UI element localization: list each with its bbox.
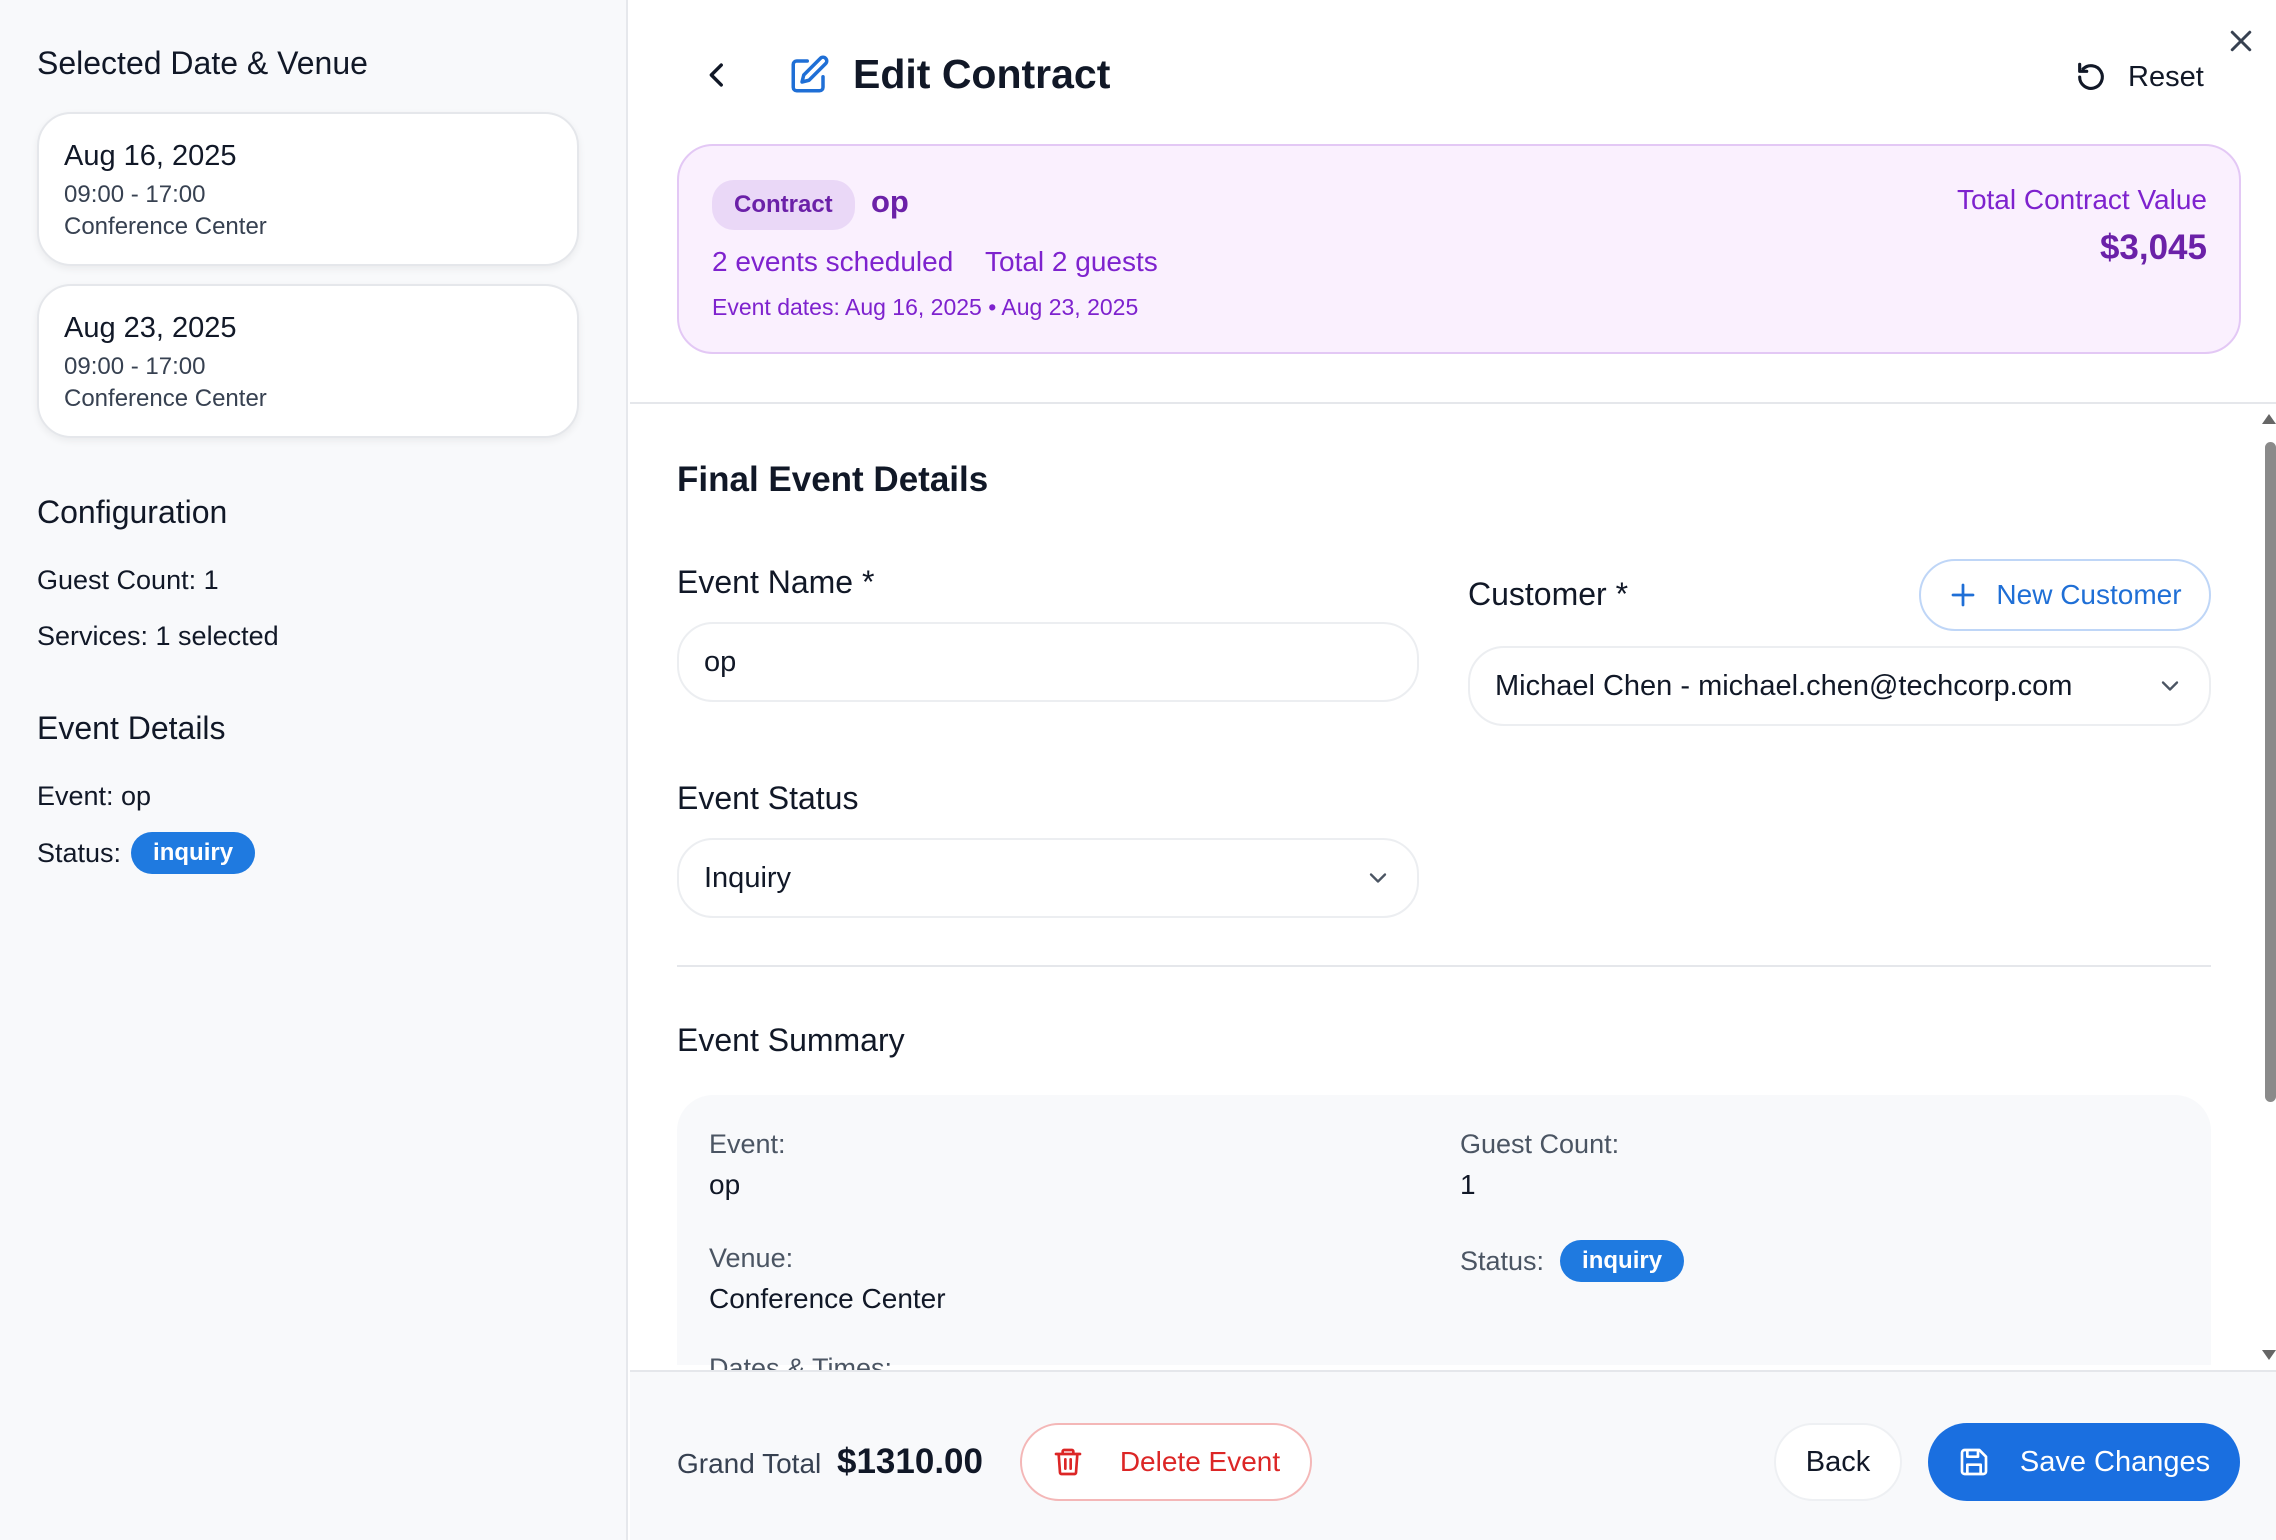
section-title: Final Event Details (677, 460, 989, 499)
scroll-down-arrow-icon[interactable] (2262, 1350, 2276, 1360)
delete-event-label: Delete Event (1119, 1446, 1281, 1477)
event-name-text: Event: op (37, 781, 152, 811)
configuration-heading: Configuration (37, 494, 228, 530)
date-card-date: Aug 16, 2025 (64, 140, 237, 172)
total-guests: Total 2 guests (985, 246, 1158, 277)
total-contract-value-label: Total Contract Value (1956, 184, 2207, 215)
plus-icon (1952, 583, 1975, 607)
event-details-heading: Event Details (37, 710, 226, 746)
event-name-input[interactable]: op (677, 622, 1419, 702)
event-status-select[interactable]: Inquiry (677, 838, 1419, 918)
chevron-down-icon (1369, 873, 1387, 883)
grand-total-value: $1310.00 (837, 1442, 983, 1481)
reset-icon (2078, 62, 2104, 90)
event-status-value: Inquiry (704, 861, 792, 894)
event-summary-box: Event: op Guest Count: 1 Venue: Conferen… (677, 1095, 2211, 1383)
summary-status-label: Status: (1460, 1245, 1545, 1276)
total-contract-value: $3,045 (2099, 228, 2207, 267)
date-card-venue: Conference Center (64, 213, 267, 240)
close-icon[interactable] (2226, 26, 2256, 56)
date-card-time: 09:00 - 17:00 (64, 353, 206, 380)
delete-event-button[interactable]: Delete Event (1020, 1423, 1312, 1501)
divider (630, 402, 2276, 404)
divider (677, 965, 2211, 967)
sidebar: Selected Date & Venue Aug 16, 2025 09:00… (0, 0, 628, 1540)
save-changes-label: Save Changes (2019, 1445, 2211, 1478)
chevron-left-icon[interactable] (700, 58, 734, 92)
date-card-venue: Conference Center (64, 385, 267, 412)
back-label: Back (1805, 1445, 1871, 1478)
scrollbar-thumb[interactable] (2265, 442, 2276, 1102)
page-title: Edit Contract (853, 51, 1111, 97)
summary-guest-count-value: 1 (1460, 1169, 1476, 1200)
customer-label: Customer * (1468, 576, 1629, 612)
save-icon (1960, 1448, 1988, 1476)
summary-event-value: op (709, 1169, 741, 1200)
footer-bar: Grand Total $1310.00 Delete Event Back S… (630, 1370, 2276, 1540)
summary-venue-value: Conference Center (709, 1283, 946, 1314)
event-name-label: Event Name * (677, 564, 875, 600)
status-badge: inquiry (1560, 1240, 1685, 1282)
selected-date-venue-heading: Selected Date & Venue (37, 45, 368, 81)
scroll-up-arrow-icon[interactable] (2262, 414, 2276, 424)
status-label: Status: (37, 837, 122, 868)
save-changes-button[interactable]: Save Changes (1928, 1423, 2240, 1501)
new-customer-label: New Customer (1996, 579, 2182, 610)
edit-icon (791, 55, 829, 93)
event-name-value: op (704, 645, 737, 678)
summary-venue-label: Venue: (709, 1243, 794, 1273)
customer-select[interactable]: Michael Chen - michael.chen@techcorp.com (1468, 646, 2211, 726)
chevron-down-icon (2161, 681, 2179, 691)
events-scheduled: 2 events scheduled (712, 246, 954, 277)
summary-event-label: Event: (709, 1129, 786, 1159)
date-card-date: Aug 23, 2025 (64, 312, 237, 344)
reset-label: Reset (2128, 60, 2204, 93)
date-card-time: 09:00 - 17:00 (64, 181, 206, 208)
date-card[interactable]: Aug 23, 2025 09:00 - 17:00 Conference Ce… (37, 284, 579, 438)
reset-button[interactable]: Reset (2074, 52, 2204, 102)
summary-guest-count-label: Guest Count: (1460, 1129, 1620, 1159)
services-text: Services: 1 selected (37, 621, 279, 651)
event-summary-title: Event Summary (677, 1022, 905, 1058)
new-customer-button[interactable]: New Customer (1919, 559, 2211, 631)
back-button[interactable]: Back (1774, 1423, 1902, 1501)
contract-pill: Contract (712, 180, 855, 230)
event-status-label: Event Status (677, 780, 859, 816)
contract-name: op (871, 184, 909, 219)
date-card[interactable]: Aug 16, 2025 09:00 - 17:00 Conference Ce… (37, 112, 579, 266)
contract-summary-card: Contract op 2 events scheduled Total 2 g… (677, 144, 2241, 354)
grand-total-label: Grand Total (677, 1448, 822, 1479)
guest-count-text: Guest Count: 1 (37, 565, 219, 595)
event-dates: Event dates: Aug 16, 2025 • Aug 23, 2025 (712, 294, 1139, 320)
customer-value: Michael Chen - michael.chen@techcorp.com (1495, 669, 2073, 702)
status-row: Status: inquiry (37, 832, 256, 874)
trash-icon (1054, 1448, 1082, 1476)
summary-status-row: Status: inquiry (1460, 1240, 1685, 1282)
status-badge: inquiry (131, 832, 256, 874)
